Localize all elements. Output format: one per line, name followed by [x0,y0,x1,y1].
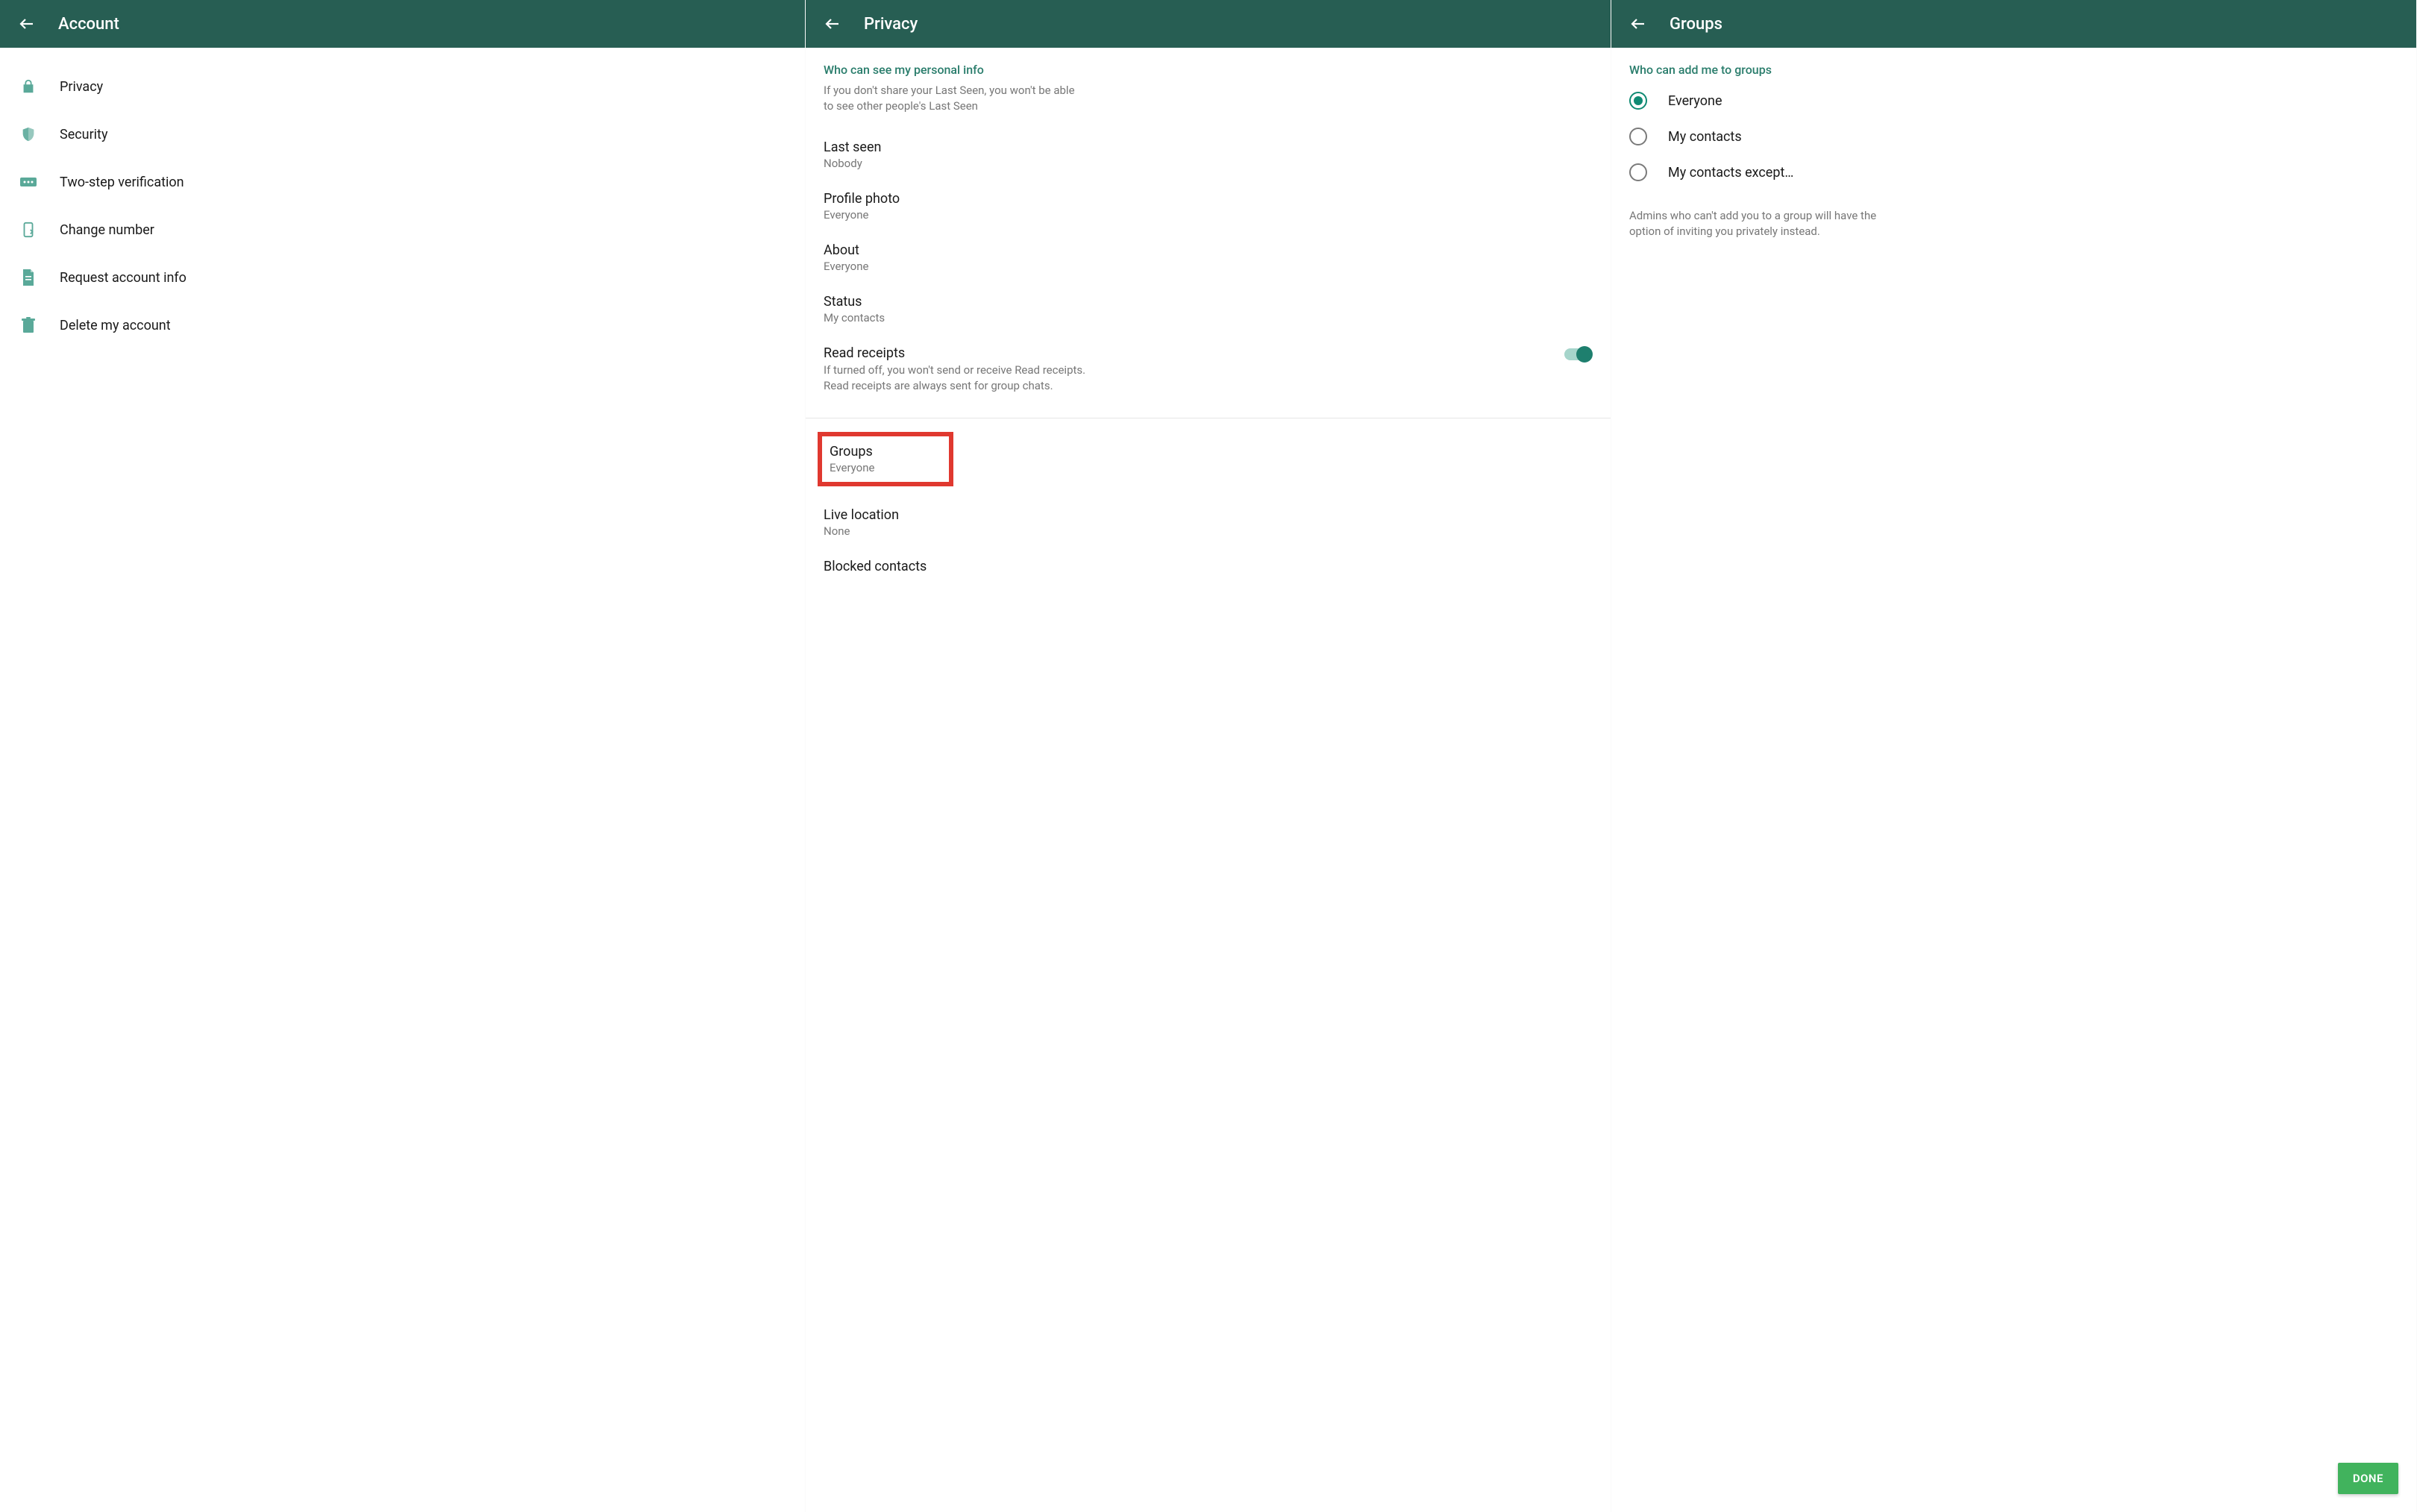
priv-item-desc: If turned off, you won't send or receive… [824,363,1092,394]
shield-icon [18,124,39,145]
group-option-my-contacts-except[interactable]: My contacts except… [1611,154,2416,190]
privacy-content: Who can see my personal info If you don'… [806,48,1611,1512]
phone-change-icon [18,219,39,240]
account-header: Account [0,0,805,48]
document-icon [18,267,39,288]
account-list: Privacy Security Two-step verification C… [0,48,805,1512]
privacy-item-about[interactable]: About Everyone [806,232,1611,283]
privacy-item-groups[interactable]: Groups Everyone [830,444,874,474]
groups-section-title: Who can add me to groups [1611,63,2416,83]
privacy-screen: Privacy Who can see my personal info If … [806,0,1611,1512]
groups-content: Who can add me to groups Everyone My con… [1611,48,2416,1512]
back-button[interactable] [819,10,846,37]
privacy-section-title: Who can see my personal info [806,63,1611,83]
privacy-item-read-receipts[interactable]: Read receipts If turned off, you won't s… [806,335,1611,404]
priv-item-title: Read receipts [824,345,1593,361]
done-button[interactable]: DONE [2338,1463,2398,1494]
privacy-section-sub: If you don't share your Last Seen, you w… [806,83,1104,129]
group-option-everyone[interactable]: Everyone [1611,83,2416,119]
account-item-two-step[interactable]: Two-step verification [0,158,805,206]
privacy-item-profile-photo[interactable]: Profile photo Everyone [806,181,1611,232]
group-option-my-contacts[interactable]: My contacts [1611,119,2416,154]
back-button[interactable] [1625,10,1652,37]
radio-icon [1629,163,1647,181]
radio-label: Everyone [1668,93,1722,109]
priv-item-value: Nobody [824,157,1593,170]
trash-icon [18,315,39,336]
account-item-delete[interactable]: Delete my account [0,301,805,349]
privacy-item-live-location[interactable]: Live location None [806,497,1611,548]
priv-item-value: Everyone [824,260,1593,273]
account-item-label: Delete my account [60,318,171,333]
priv-item-value: Everyone [830,461,874,474]
priv-item-title: Groups [830,444,874,459]
privacy-item-blocked[interactable]: Blocked contacts [806,548,1611,586]
account-item-label: Change number [60,222,154,238]
back-arrow-icon [18,15,36,33]
priv-item-title: Live location [824,507,1593,523]
toggle-knob-icon [1576,346,1593,363]
priv-item-title: Profile photo [824,191,1593,207]
account-item-security[interactable]: Security [0,110,805,158]
privacy-item-last-seen[interactable]: Last seen Nobody [806,129,1611,181]
groups-note: Admins who can't add you to a group will… [1611,190,1910,239]
back-arrow-icon [1629,15,1647,33]
account-item-privacy[interactable]: Privacy [0,63,805,110]
priv-item-value: Everyone [824,208,1593,222]
account-item-label: Privacy [60,79,103,95]
account-item-label: Security [60,127,107,142]
pin-icon [18,172,39,192]
account-item-label: Two-step verification [60,175,184,190]
privacy-title: Privacy [864,15,918,34]
privacy-item-status[interactable]: Status My contacts [806,283,1611,335]
priv-item-title: Blocked contacts [824,559,1593,574]
back-arrow-icon [824,15,841,33]
radio-label: My contacts except… [1668,165,1793,181]
priv-item-value: None [824,524,1593,538]
read-receipts-toggle[interactable] [1564,348,1590,360]
account-item-request-info[interactable]: Request account info [0,254,805,301]
groups-screen: Groups Who can add me to groups Everyone… [1611,0,2417,1512]
account-item-label: Request account info [60,270,186,286]
priv-item-title: Last seen [824,139,1593,155]
back-button[interactable] [13,10,40,37]
priv-item-title: Status [824,294,1593,310]
account-item-change-number[interactable]: Change number [0,206,805,254]
radio-icon [1629,92,1647,110]
account-title: Account [58,15,119,34]
radio-label: My contacts [1668,129,1742,145]
account-screen: Account Privacy Security Two-step verifi… [0,0,806,1512]
radio-icon [1629,128,1647,145]
groups-title: Groups [1670,15,1722,34]
priv-item-value: My contacts [824,311,1593,324]
groups-highlight-annotation: Groups Everyone [818,432,953,486]
privacy-header: Privacy [806,0,1611,48]
priv-item-title: About [824,242,1593,258]
lock-icon [18,76,39,97]
groups-header: Groups [1611,0,2416,48]
